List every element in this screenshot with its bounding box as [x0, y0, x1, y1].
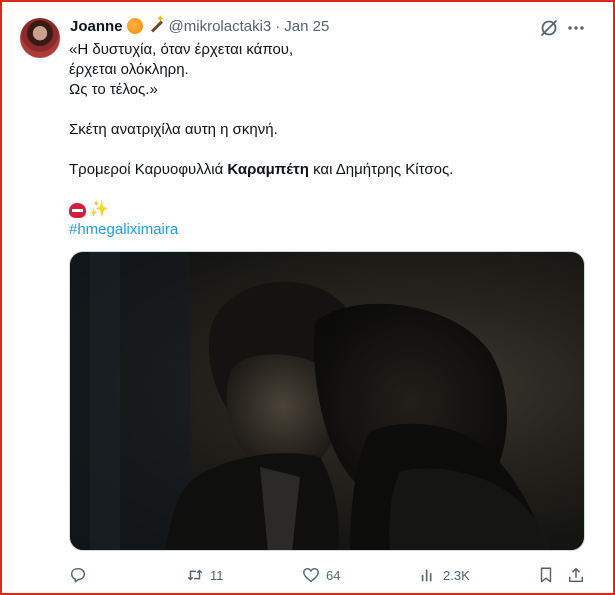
- like-count: 64: [326, 567, 341, 583]
- retweet-button[interactable]: 11: [186, 565, 224, 585]
- grok-icon[interactable]: [539, 18, 559, 38]
- actors-text-bold: Καραμπέτη: [227, 161, 309, 178]
- like-icon: [303, 567, 319, 583]
- like-button[interactable]: 64: [302, 565, 340, 585]
- share-button[interactable]: [567, 565, 585, 585]
- actors-text-before: Τρομεροί Καρυοφυλλιά: [69, 161, 228, 178]
- more-icon[interactable]: [566, 18, 586, 38]
- orange-emoji-icon: [126, 18, 143, 34]
- reply-icon: [70, 567, 86, 583]
- actors-line: Τρομεροί Καρυοφυλλιά Καραμπέτη και Δημήτ…: [69, 160, 589, 180]
- retweet-count: 11: [210, 567, 224, 583]
- actors-text-after: και Δημήτρης Κίτσος.: [308, 161, 454, 178]
- tweet-header: Joanne @mikrolactaki3 · Jan 25: [70, 14, 329, 36]
- comment-line: Σκέτη ανατριχίλα αυτη η σκηνή.: [69, 121, 278, 138]
- views-icon: [421, 569, 432, 582]
- magic-wand-icon: [147, 14, 164, 34]
- bookmark-icon: [540, 567, 552, 583]
- views-count: 2.3K: [443, 567, 470, 583]
- share-icon: [568, 567, 584, 583]
- tweet-text: «Η δυστυχία, όταν έρχεται κάπου, έρχεται…: [69, 40, 589, 240]
- video-still-icon: [70, 252, 552, 550]
- tweet-date[interactable]: Jan 25: [284, 18, 329, 35]
- hashtag-link[interactable]: #hmegaliximaira: [69, 220, 589, 240]
- heart-with-ribbon-icon: [69, 202, 86, 218]
- tweet-media-video[interactable]: [69, 251, 585, 551]
- quote-line-2: έρχεται ολόκληρη.: [69, 61, 189, 78]
- bookmark-button[interactable]: [537, 565, 555, 585]
- author-name[interactable]: Joanne: [70, 18, 123, 35]
- quote-line-3: Ως το τέλος.»: [69, 81, 158, 98]
- action-bar: 11 64 2.3K: [69, 565, 589, 585]
- author-handle[interactable]: @mikrolactaki3: [169, 18, 272, 35]
- quote-line-1: «Η δυστυχία, όταν έρχεται κάπου,: [69, 41, 294, 58]
- separator-dot: ·: [275, 17, 281, 35]
- emoji-row: ✨: [69, 200, 589, 220]
- reply-button[interactable]: [69, 565, 93, 585]
- sparkles-icon: ✨: [89, 201, 109, 218]
- retweet-icon: [187, 569, 203, 581]
- avatar[interactable]: [20, 18, 60, 58]
- views-button[interactable]: 2.3K: [419, 565, 470, 585]
